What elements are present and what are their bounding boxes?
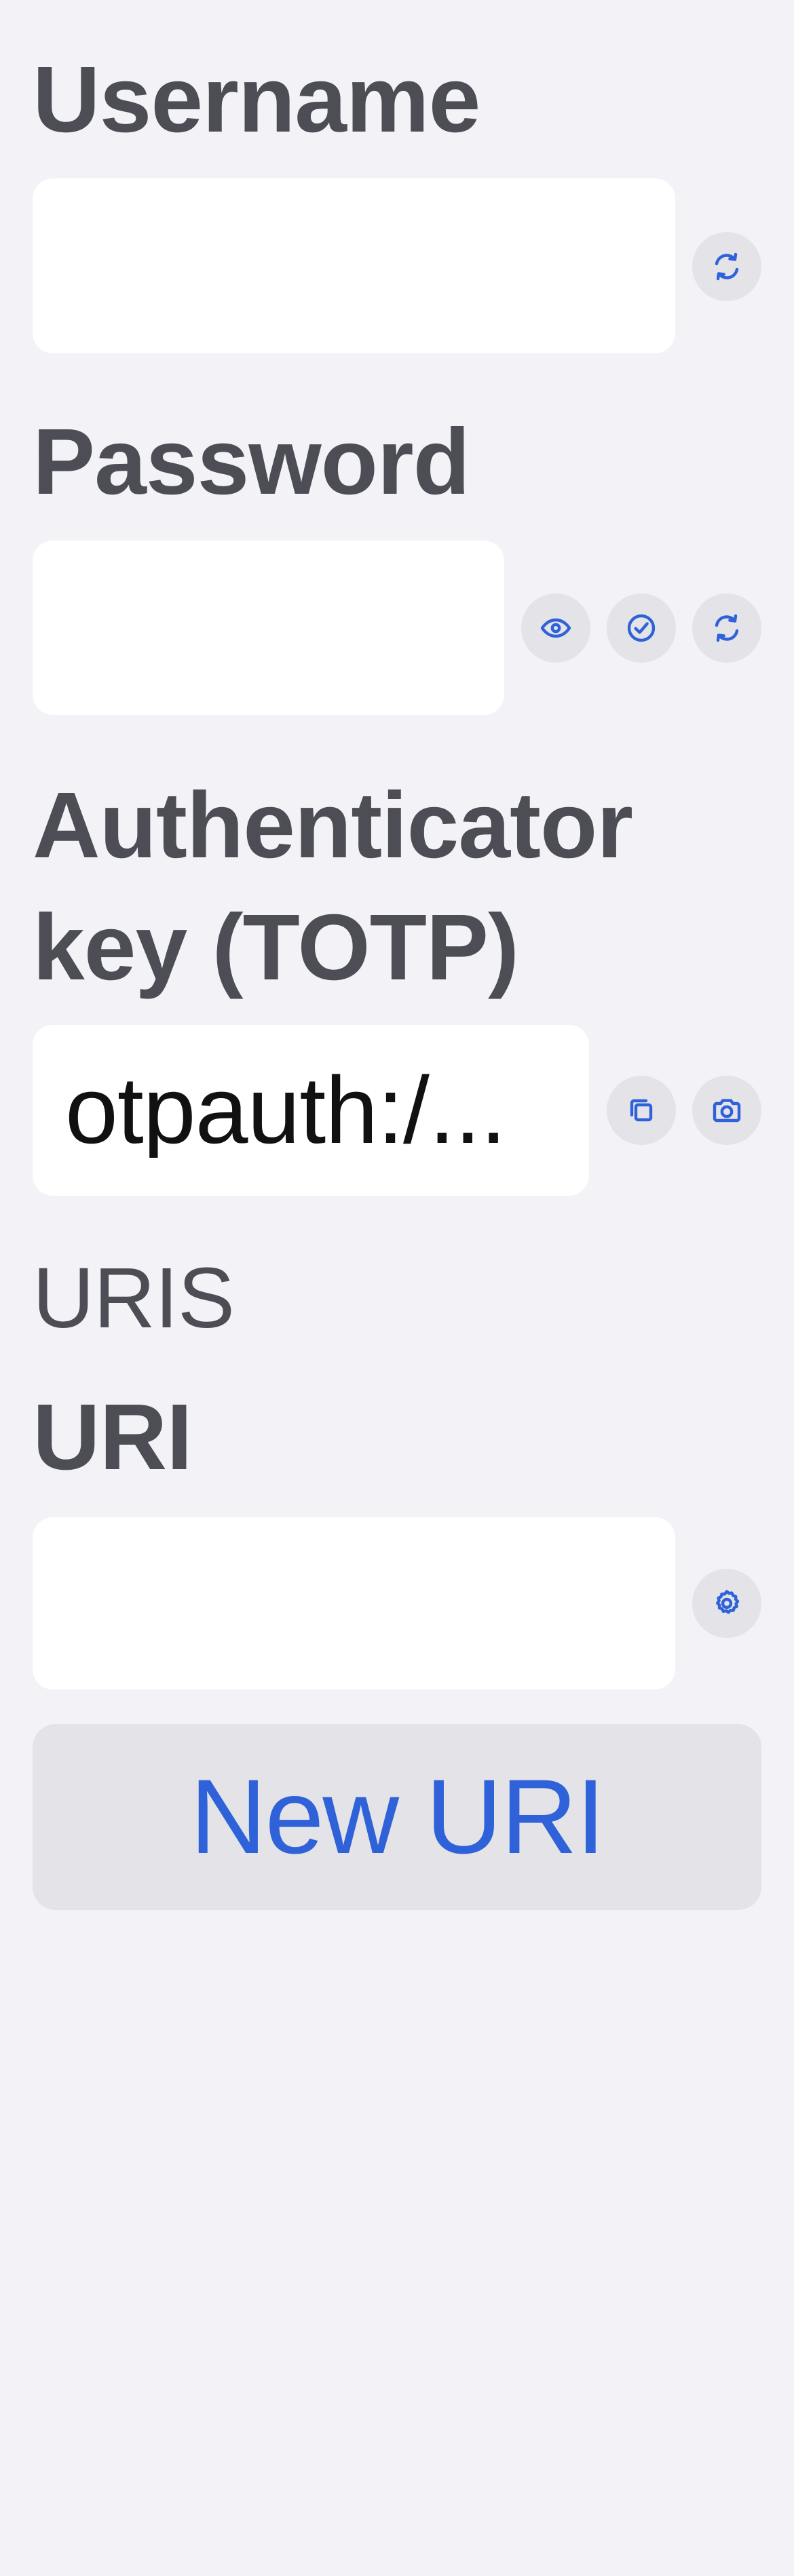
uri-label: URI <box>33 1385 193 1489</box>
password-field[interactable] <box>33 541 504 715</box>
totp-copy-button[interactable] <box>607 1076 676 1145</box>
refresh-icon <box>715 252 739 281</box>
totp-field[interactable]: otpauth:/... <box>33 1025 589 1196</box>
password-check-button[interactable] <box>607 593 676 663</box>
gear-icon <box>716 1590 740 1614</box>
password-generate-button[interactable] <box>692 593 761 663</box>
password-label: Password <box>33 410 470 514</box>
camera-icon <box>713 1099 741 1123</box>
username-field[interactable] <box>33 178 675 353</box>
totp-scan-button[interactable] <box>692 1076 761 1145</box>
new-uri-button[interactable]: New URI <box>33 1724 761 1910</box>
copy-icon <box>630 1099 653 1122</box>
checkmark-circle-icon <box>627 614 656 642</box>
username-generate-button[interactable] <box>692 232 761 301</box>
new-uri-label: New URI <box>189 1758 605 1876</box>
refresh-icon <box>715 614 739 642</box>
totp-label-line1: Authenticator <box>33 773 633 878</box>
totp-label-line2: key (TOTP) <box>33 895 519 1000</box>
username-label: Username <box>33 47 480 152</box>
eye-icon <box>540 618 571 638</box>
totp-value: otpauth:/... <box>65 1063 506 1158</box>
uri-field[interactable] <box>33 1517 675 1690</box>
uri-options-button[interactable] <box>692 1569 761 1638</box>
password-reveal-button[interactable] <box>521 593 590 663</box>
uris-section-header: URIS <box>33 1250 235 1346</box>
